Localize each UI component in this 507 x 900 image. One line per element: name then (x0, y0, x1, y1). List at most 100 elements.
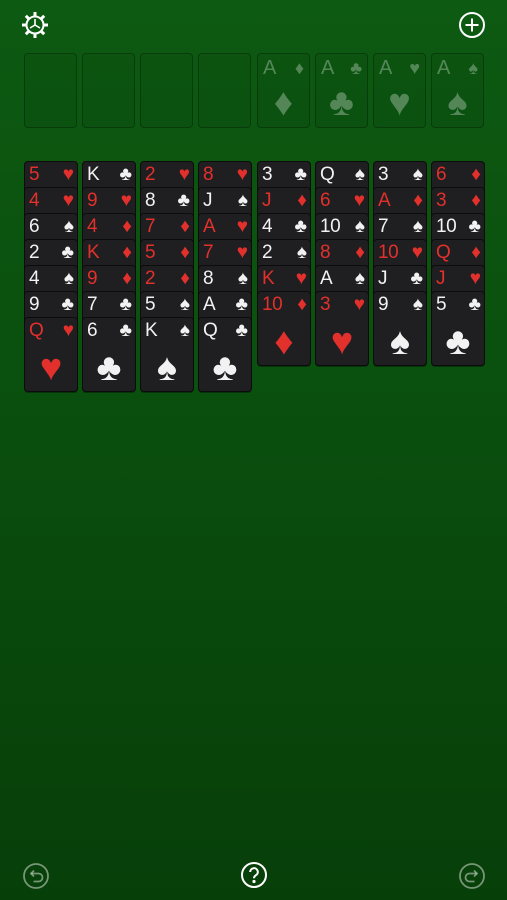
card-rank: 6 (29, 216, 40, 237)
card-rank: J (262, 190, 272, 211)
card-rank: 3 (378, 164, 389, 185)
spade-icon: ♠ (63, 268, 74, 289)
club-icon: ♣ (177, 190, 190, 211)
foundation-clubs[interactable]: A ♣ ♣ (315, 53, 368, 128)
club-icon: ♣ (61, 242, 74, 263)
card-rank: 7 (145, 216, 156, 237)
heart-icon: ♥ (388, 82, 411, 124)
club-icon: ♣ (329, 82, 354, 124)
card-rank: 10 (436, 216, 457, 237)
free-cell[interactable] (198, 53, 251, 128)
heart-icon: ♥ (120, 190, 132, 211)
spade-icon: ♠ (354, 268, 365, 289)
undo-icon[interactable] (21, 861, 51, 891)
foundation-rank: A (321, 57, 335, 79)
spade-icon: ♠ (412, 164, 423, 185)
spade-icon: ♠ (389, 321, 411, 363)
heart-icon: ♥ (353, 190, 365, 211)
card-rank: Q (320, 164, 335, 185)
diamond-icon: ♦ (274, 321, 294, 363)
free-cell[interactable] (140, 53, 193, 128)
card-rank: 10 (378, 242, 399, 263)
redo-icon[interactable] (457, 861, 487, 891)
playing-card[interactable]: 9 ♠ ♠ (373, 291, 427, 366)
diamond-icon: ♦ (294, 58, 304, 78)
diamond-icon: ♦ (471, 242, 481, 263)
diamond-icon: ♦ (273, 82, 294, 124)
plus-circle-icon[interactable] (457, 10, 487, 40)
foundation-hearts[interactable]: A ♥ ♥ (373, 53, 426, 128)
card-rank: 5 (29, 164, 40, 185)
heart-icon: ♥ (178, 164, 190, 185)
club-icon: ♣ (410, 268, 423, 289)
diamond-icon: ♦ (122, 268, 132, 289)
diamond-icon: ♦ (471, 190, 481, 211)
club-icon: ♣ (119, 294, 132, 315)
club-icon: ♣ (119, 320, 132, 341)
card-rank: 5 (145, 294, 156, 315)
card-rank: 6 (436, 164, 447, 185)
playing-card[interactable]: 6 ♣ ♣ (82, 317, 136, 392)
club-icon: ♣ (294, 164, 307, 185)
card-rank: 6 (87, 320, 98, 341)
club-icon: ♣ (235, 294, 248, 315)
card-rank: 3 (320, 294, 331, 315)
card-rank: K (87, 164, 100, 185)
club-icon: ♣ (350, 58, 362, 78)
playing-card[interactable]: 5 ♣ ♣ (431, 291, 485, 366)
card-rank: 5 (145, 242, 156, 263)
foundation-spades[interactable]: A ♠ ♠ (431, 53, 484, 128)
free-cell[interactable] (82, 53, 135, 128)
card-rank: A (320, 268, 333, 289)
playing-card[interactable]: K ♠ ♠ (140, 317, 194, 392)
card-rank: 2 (29, 242, 40, 263)
spade-icon: ♠ (412, 216, 423, 237)
card-rank: 8 (320, 242, 331, 263)
card-rank: 7 (378, 216, 389, 237)
heart-icon: ♥ (353, 294, 365, 315)
spade-icon: ♠ (447, 82, 468, 124)
heart-icon: ♥ (409, 58, 420, 78)
card-rank: 6 (320, 190, 331, 211)
spade-icon: ♠ (412, 294, 423, 315)
spade-icon: ♠ (179, 320, 190, 341)
playing-card[interactable]: 3 ♥ ♥ (315, 291, 369, 366)
card-rank: 10 (320, 216, 341, 237)
card-rank: K (87, 242, 100, 263)
spade-icon: ♠ (468, 58, 478, 78)
card-rank: 8 (145, 190, 156, 211)
spade-icon: ♠ (296, 242, 307, 263)
foundation-rank: A (437, 57, 451, 79)
club-icon: ♣ (468, 294, 481, 315)
heart-icon: ♥ (62, 164, 74, 185)
playing-card[interactable]: Q ♣ ♣ (198, 317, 252, 392)
club-icon: ♣ (235, 320, 248, 341)
card-rank: J (436, 268, 446, 289)
playing-card[interactable]: 10 ♦ ♦ (257, 291, 311, 366)
card-rank: 7 (87, 294, 98, 315)
spade-icon: ♠ (354, 164, 365, 185)
free-cell[interactable] (24, 53, 77, 128)
diamond-icon: ♦ (180, 242, 190, 263)
card-rank: 4 (87, 216, 98, 237)
heart-icon: ♥ (236, 164, 248, 185)
question-circle-icon[interactable] (239, 860, 269, 890)
spade-icon: ♠ (237, 190, 248, 211)
card-rank: J (203, 190, 213, 211)
foundation-rank: A (379, 57, 393, 79)
card-rank: 3 (436, 190, 447, 211)
club-icon: ♣ (212, 347, 238, 389)
card-rank: A (378, 190, 391, 211)
playing-card[interactable]: Q ♥ ♥ (24, 317, 78, 392)
diamond-icon: ♦ (297, 294, 307, 315)
spade-icon: ♠ (179, 294, 190, 315)
club-icon: ♣ (445, 321, 471, 363)
gear-icon[interactable] (20, 10, 50, 40)
card-rank: 9 (87, 190, 98, 211)
card-rank: 10 (262, 294, 283, 315)
heart-icon: ♥ (469, 268, 481, 289)
card-rank: J (378, 268, 388, 289)
foundation-diamonds[interactable]: A ♦ ♦ (257, 53, 310, 128)
club-icon: ♣ (96, 347, 122, 389)
diamond-icon: ♦ (471, 164, 481, 185)
